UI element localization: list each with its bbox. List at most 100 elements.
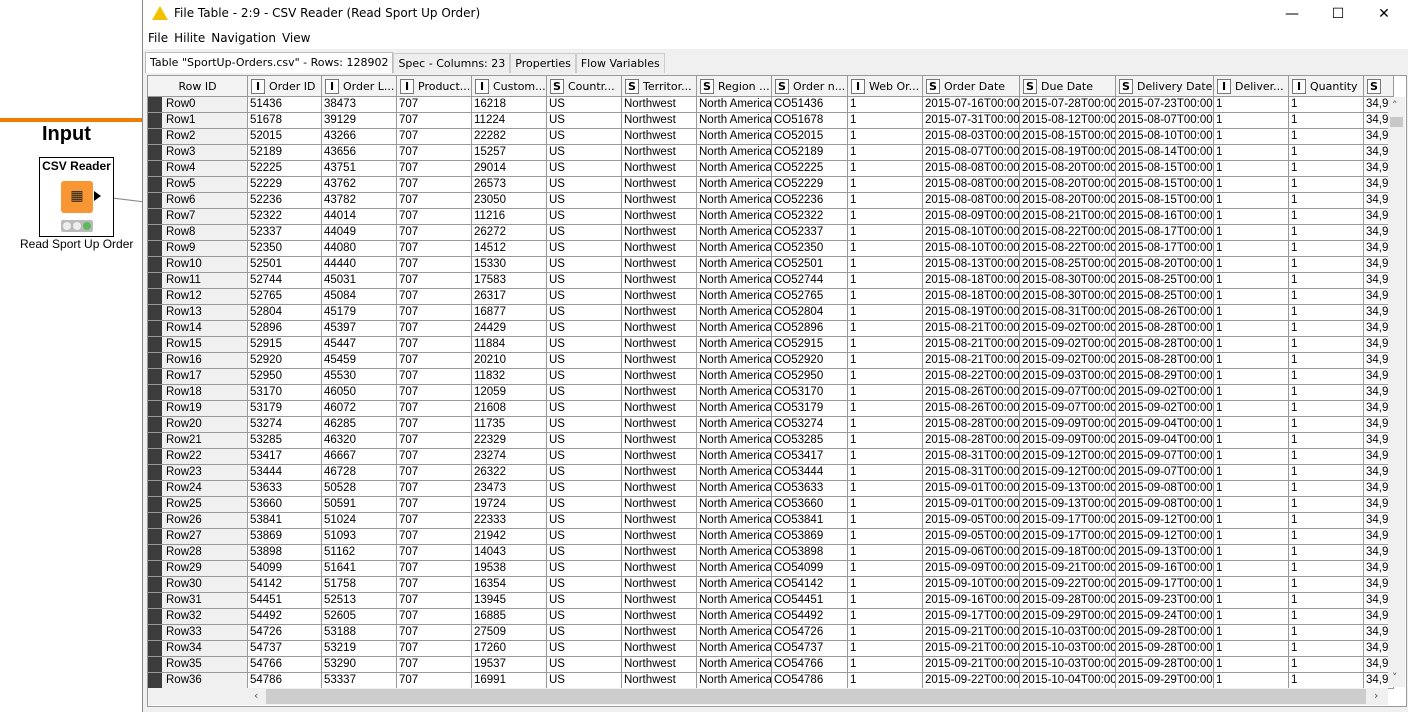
table-cell[interactable]: 1 xyxy=(848,337,923,353)
table-cell[interactable]: CO52920 xyxy=(772,353,848,369)
table-cell[interactable]: 2015-09-29T00:00 xyxy=(1020,609,1116,625)
table-cell[interactable]: 2015-08-08T00:00 xyxy=(923,177,1020,193)
row-id-cell[interactable]: Row29 xyxy=(148,561,248,577)
table-cell[interactable]: 707 xyxy=(397,561,472,577)
table-cell[interactable]: 2015-08-31T00:00 xyxy=(923,449,1020,465)
table-cell[interactable]: 2015-09-17T00:00 xyxy=(1020,529,1116,545)
workflow-canvas[interactable]: Input CSV Reader ▦ Read Sport Up Order xyxy=(0,0,142,712)
row-id-cell[interactable]: Row10 xyxy=(148,257,248,273)
table-cell[interactable]: 1 xyxy=(848,129,923,145)
table-cell[interactable]: CO54766 xyxy=(772,657,848,673)
table-cell[interactable]: CO54786 xyxy=(772,673,848,689)
table-cell[interactable]: North America xyxy=(697,449,772,465)
table-row[interactable]: Row19 53179 46072 707 21608 US Northwest North … xyxy=(148,401,1394,417)
column-header[interactable]: S Due Date xyxy=(1020,76,1116,97)
table-row[interactable]: Row5 52229 43762 707 26573 US Northwest North A… xyxy=(148,177,1394,193)
table-cell[interactable]: 707 xyxy=(397,385,472,401)
table-cell[interactable]: 1 xyxy=(1289,449,1364,465)
table-cell[interactable]: 1 xyxy=(1214,193,1289,209)
table-cell[interactable]: 2015-08-08T00:00 xyxy=(923,161,1020,177)
table-cell[interactable]: 52513 xyxy=(322,593,397,609)
scroll-down-icon[interactable]: ˅ xyxy=(1392,671,1398,684)
table-cell[interactable]: 1 xyxy=(1289,289,1364,305)
row-id-cell[interactable]: Row32 xyxy=(148,609,248,625)
table-cell[interactable]: 51024 xyxy=(322,513,397,529)
table-cell[interactable]: 46320 xyxy=(322,433,397,449)
table-cell[interactable]: 52915 xyxy=(248,337,322,353)
table-cell[interactable]: 2015-09-17T00:00 xyxy=(1020,513,1116,529)
table-cell[interactable]: 45031 xyxy=(322,273,397,289)
table-cell[interactable]: 707 xyxy=(397,97,472,113)
table-cell[interactable]: Northwest xyxy=(622,225,697,241)
table-cell[interactable]: 2015-07-28T00:00 xyxy=(1020,97,1116,113)
table-cell[interactable]: 19537 xyxy=(472,657,547,673)
table-cell[interactable]: Northwest xyxy=(622,609,697,625)
table-cell[interactable]: US xyxy=(547,545,622,561)
csv-reader-node[interactable]: CSV Reader ▦ xyxy=(39,157,114,237)
table-cell[interactable]: North America xyxy=(697,337,772,353)
table-cell[interactable]: 1 xyxy=(848,673,923,689)
table-cell[interactable]: 1 xyxy=(1289,241,1364,257)
table-cell[interactable]: 2015-10-03T00:00 xyxy=(1020,625,1116,641)
table-cell[interactable]: 53337 xyxy=(322,673,397,689)
table-row[interactable]: Row36 54786 53337 707 16991 US Northwest North … xyxy=(148,673,1394,689)
table-cell[interactable]: CO54492 xyxy=(772,609,848,625)
table-cell[interactable]: US xyxy=(547,657,622,673)
row-id-cell[interactable]: Row28 xyxy=(148,545,248,561)
table-cell[interactable]: North America xyxy=(697,177,772,193)
table-cell[interactable]: CO52236 xyxy=(772,193,848,209)
row-id-cell[interactable]: Row9 xyxy=(148,241,248,257)
table-cell[interactable]: 54099 xyxy=(248,561,322,577)
table-cell[interactable]: 2015-09-09T00:00 xyxy=(923,561,1020,577)
table-cell[interactable]: US xyxy=(547,497,622,513)
row-id-cell[interactable]: Row20 xyxy=(148,417,248,433)
minimize-button[interactable]: — xyxy=(1269,0,1315,29)
table-cell[interactable]: CO53841 xyxy=(772,513,848,529)
table-cell[interactable]: 2015-08-21T00:00 xyxy=(923,353,1020,369)
table-cell[interactable]: 1 xyxy=(848,481,923,497)
table-cell[interactable]: 53841 xyxy=(248,513,322,529)
table-row[interactable]: Row21 53285 46320 707 22329 US Northwest North … xyxy=(148,433,1394,449)
table-cell[interactable]: 707 xyxy=(397,257,472,273)
table-row[interactable]: Row30 54142 51758 707 16354 US Northwest North … xyxy=(148,577,1394,593)
column-header[interactable]: S Countr... xyxy=(547,76,622,97)
table-cell[interactable]: 1 xyxy=(848,177,923,193)
table-cell[interactable]: Northwest xyxy=(622,497,697,513)
table-cell[interactable]: 1 xyxy=(1289,577,1364,593)
table-cell[interactable]: 2015-09-17T00:00 xyxy=(1116,577,1214,593)
table-cell[interactable]: US xyxy=(547,209,622,225)
row-id-cell[interactable]: Row15 xyxy=(148,337,248,353)
table-cell[interactable]: 2015-08-13T00:00 xyxy=(923,257,1020,273)
table-cell[interactable]: CO52337 xyxy=(772,225,848,241)
table-cell[interactable]: 2015-09-13T00:00 xyxy=(1116,545,1214,561)
table-cell[interactable]: US xyxy=(547,625,622,641)
table-cell[interactable]: 2015-09-07T00:00 xyxy=(1020,385,1116,401)
table-row[interactable]: Row15 52915 45447 707 11884 US Northwest North … xyxy=(148,337,1394,353)
table-cell[interactable]: 22329 xyxy=(472,433,547,449)
row-id-cell[interactable]: Row25 xyxy=(148,497,248,513)
table-cell[interactable]: 2015-08-21T00:00 xyxy=(1020,209,1116,225)
column-header[interactable]: I Product... xyxy=(397,76,472,97)
table-cell[interactable]: 2015-08-08T00:00 xyxy=(923,193,1020,209)
table-cell[interactable]: 1 xyxy=(1289,561,1364,577)
table-cell[interactable]: 2015-09-05T00:00 xyxy=(923,529,1020,545)
table-cell[interactable]: Northwest xyxy=(622,545,697,561)
table-cell[interactable]: 1 xyxy=(1289,305,1364,321)
table-cell[interactable]: CO53898 xyxy=(772,545,848,561)
table-cell[interactable]: 54142 xyxy=(248,577,322,593)
table-cell[interactable]: CO53417 xyxy=(772,449,848,465)
table-cell[interactable]: 46728 xyxy=(322,465,397,481)
table-cell[interactable]: 2015-08-28T00:00 xyxy=(1116,353,1214,369)
table-cell[interactable]: US xyxy=(547,417,622,433)
table-cell[interactable]: 707 xyxy=(397,577,472,593)
table-cell[interactable]: North America xyxy=(697,225,772,241)
row-id-cell[interactable]: Row14 xyxy=(148,321,248,337)
table-cell[interactable]: 1 xyxy=(848,369,923,385)
table-cell[interactable]: 1 xyxy=(848,385,923,401)
table-cell[interactable]: 2015-08-28T00:00 xyxy=(1116,321,1214,337)
table-cell[interactable]: US xyxy=(547,321,622,337)
table-cell[interactable]: 2015-09-02T00:00 xyxy=(1116,401,1214,417)
table-cell[interactable]: 45084 xyxy=(322,289,397,305)
table-cell[interactable]: US xyxy=(547,289,622,305)
table-cell[interactable]: 2015-08-19T00:00 xyxy=(923,305,1020,321)
